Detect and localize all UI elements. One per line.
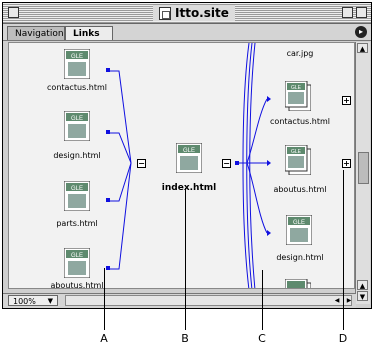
left-file-label[interactable]: contactus.html — [47, 83, 107, 92]
zoom-value: 100% — [13, 297, 36, 306]
collapse-box[interactable] — [356, 7, 367, 18]
file-icon[interactable]: GLE — [63, 110, 91, 142]
vertical-scrollbar[interactable]: ▲ ▲ ▼ — [355, 42, 370, 304]
icon-badge: GLE — [71, 116, 83, 122]
title-area: Itto.site — [153, 5, 235, 21]
expand-toggle[interactable]: + — [342, 159, 351, 168]
callout-line-b — [185, 188, 186, 330]
zoom-box[interactable] — [342, 7, 353, 18]
file-icon[interactable]: GLE — [63, 247, 91, 279]
scroll-right-icon[interactable]: ▶ — [344, 296, 354, 305]
callout-label-d: D — [338, 332, 348, 345]
callout-label-b: B — [181, 332, 189, 345]
file-icon[interactable] — [284, 278, 312, 288]
callout-line-a — [104, 268, 105, 330]
file-icon[interactable]: GLE — [63, 180, 91, 212]
chevron-down-icon: ▼ — [47, 297, 53, 305]
right-file-label[interactable]: design.html — [276, 253, 323, 262]
left-file-label[interactable]: design.html — [53, 151, 100, 160]
file-icon[interactable]: GLE — [284, 80, 312, 112]
bottom-bar: 100% ▼ ◀ ▶ — [3, 293, 356, 308]
scroll-up-icon[interactable]: ▲ — [357, 280, 368, 290]
callout-line-d — [343, 170, 344, 330]
close-box[interactable] — [8, 7, 19, 18]
icon-badge: GLE — [293, 220, 305, 226]
icon-badge: GLE — [291, 149, 302, 155]
horizontal-scrollbar[interactable]: ◀ ▶ — [65, 295, 352, 306]
window-title: Itto.site — [175, 6, 229, 20]
scroll-left-icon[interactable]: ◀ — [332, 296, 342, 305]
collapse-toggle[interactable]: − — [137, 159, 146, 168]
tab-bar: Navigation Links ▸ — [3, 24, 371, 41]
expand-toggle[interactable]: + — [342, 96, 351, 105]
scroll-thumb[interactable] — [358, 152, 369, 184]
file-icon[interactable]: GLE — [175, 142, 203, 174]
callout-label-a: A — [100, 332, 108, 345]
file-icon[interactable]: GLE — [284, 144, 312, 176]
title-bar[interactable]: Itto.site — [3, 3, 371, 24]
site-file-icon — [159, 6, 171, 20]
file-icon[interactable]: GLE — [63, 48, 91, 80]
callout-line-c — [262, 270, 263, 330]
tab-links[interactable]: Links — [65, 26, 113, 40]
file-icon[interactable]: GLE — [285, 214, 313, 246]
icon-badge: GLE — [183, 148, 195, 154]
scroll-down-icon[interactable]: ▼ — [357, 291, 368, 301]
left-file-label[interactable]: parts.html — [56, 219, 97, 228]
icon-badge: GLE — [291, 85, 302, 91]
right-file-label[interactable]: contactus.html — [270, 117, 330, 126]
left-file-label[interactable]: aboutus.html — [50, 281, 103, 288]
links-canvas: GLE contactus.html GLE design.html GLE p… — [8, 42, 355, 289]
icon-badge: GLE — [71, 186, 83, 192]
site-window: Itto.site Navigation Links ▸ GLE contact… — [2, 2, 372, 309]
center-file-label[interactable]: index.html — [162, 183, 216, 193]
right-file-label[interactable]: aboutus.html — [273, 185, 326, 194]
right-file-label[interactable]: car.jpg — [287, 49, 314, 58]
tab-navigation[interactable]: Navigation — [7, 26, 65, 40]
icon-badge: GLE — [71, 54, 83, 60]
zoom-select[interactable]: 100% ▼ — [8, 295, 58, 306]
callout-label-c: C — [258, 332, 266, 345]
collapse-toggle[interactable]: − — [222, 159, 231, 168]
tab-menu-icon[interactable]: ▸ — [355, 26, 367, 38]
icon-badge: GLE — [71, 253, 83, 259]
scroll-up-icon[interactable]: ▲ — [357, 43, 368, 53]
